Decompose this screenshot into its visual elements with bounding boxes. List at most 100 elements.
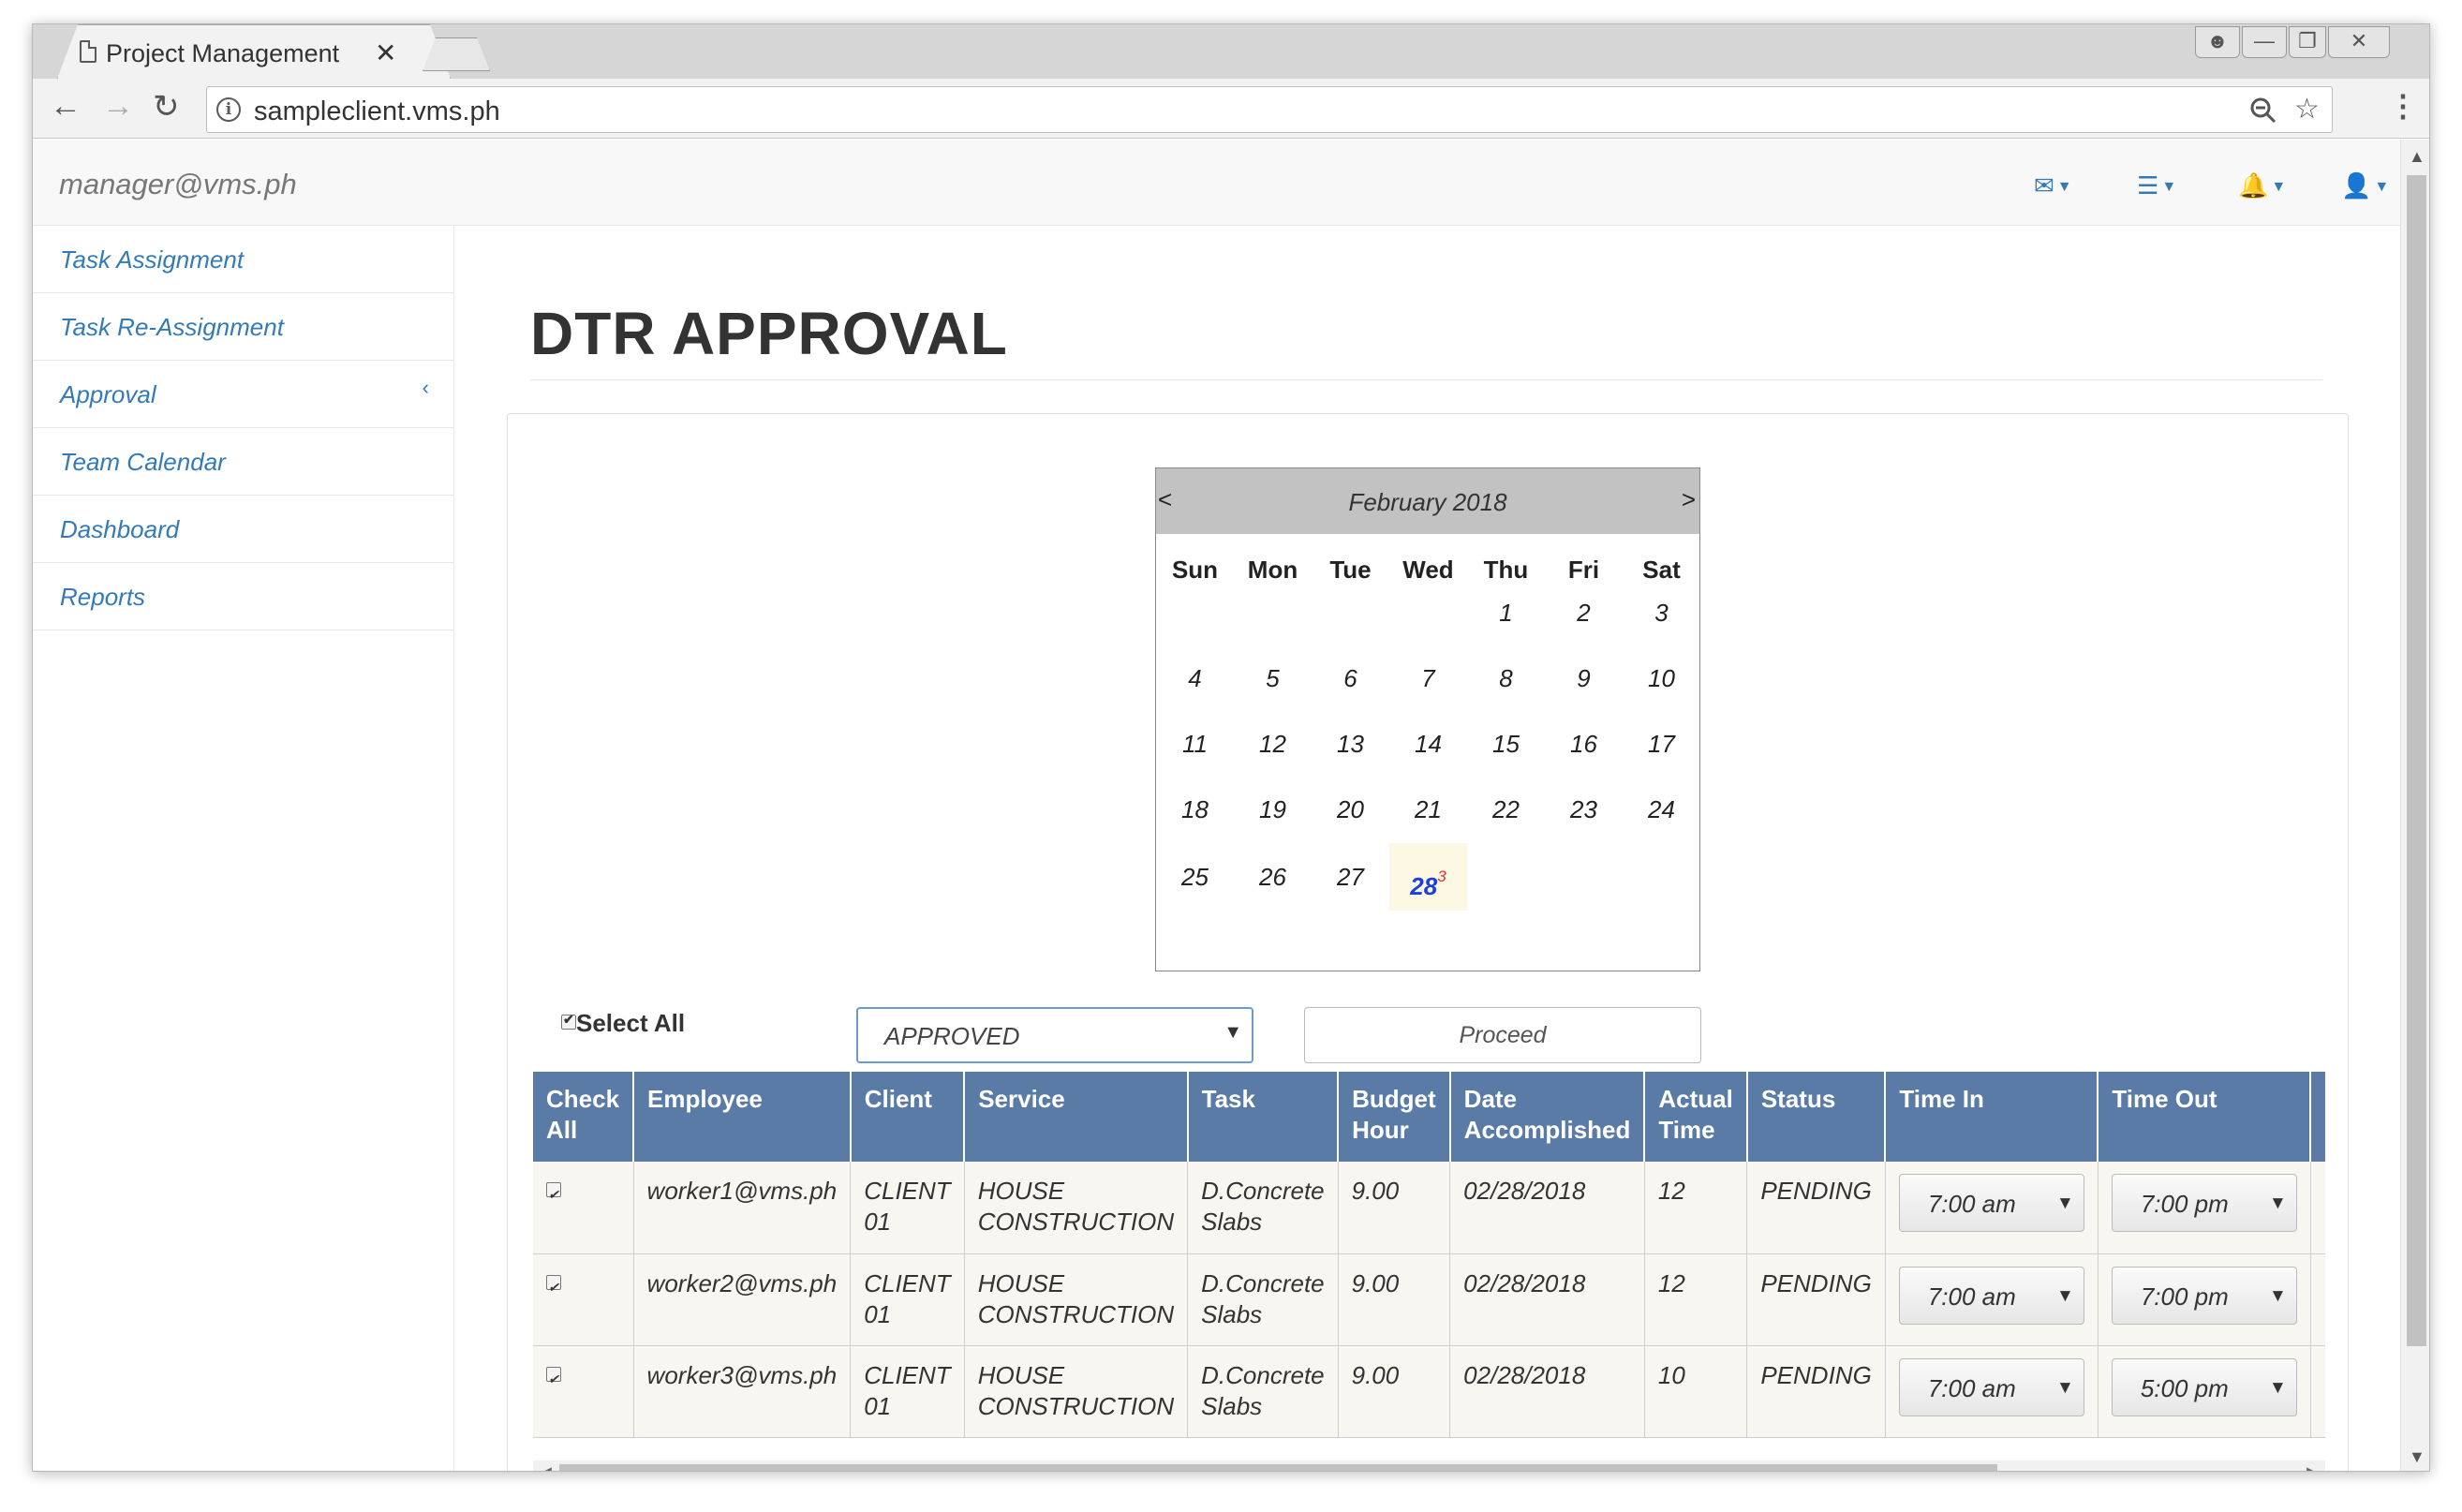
url-text[interactable]: sampleclient.vms.ph [254, 96, 500, 127]
col-more [2310, 1072, 2325, 1162]
calendar-day[interactable]: 17 [1623, 710, 1700, 778]
time-out-select[interactable]: 5:00 pm ▼ [2111, 1357, 2297, 1416]
scroll-right-icon[interactable]: ▶ [2306, 1463, 2320, 1471]
sidebar-item-dashboard[interactable]: Dashboard [33, 496, 453, 563]
minimize-button[interactable]: — [2242, 26, 2287, 58]
row-checkbox[interactable] [546, 1179, 561, 1210]
status-dropdown[interactable]: APPROVED ▼ [856, 1007, 1253, 1063]
bookmark-star-icon[interactable]: ☆ [2294, 93, 2320, 126]
sidebar-item-task-assignment[interactable]: Task Assignment [33, 226, 453, 293]
horizontal-scrollbar[interactable]: ◀ ▶ [533, 1460, 2325, 1471]
calendar-day[interactable]: 15 [1467, 710, 1545, 778]
col-task: Task [1187, 1072, 1340, 1162]
scroll-up-icon[interactable]: ▲ [2409, 147, 2425, 167]
calendar-weekday-label: Tue [1329, 556, 1372, 584]
sidebar-item-label: Reports [60, 583, 146, 611]
browser-window: Project Management ✕ ☻ — ❐ ✕ ← → ↻ i sam… [32, 23, 2430, 1472]
tasks-icon[interactable]: ☰ ▼ [2137, 171, 2176, 200]
calendar-day[interactable]: 13 [1312, 710, 1389, 778]
calendar-day[interactable]: 23 [1545, 776, 1623, 843]
cell-budget-hour: 9.00 [1338, 1162, 1451, 1254]
calendar-day[interactable]: 12 [1234, 710, 1312, 778]
table-row[interactable]: worker3@vms.phCLIENT 01HOUSE CONSTRUCTIO… [533, 1345, 2325, 1438]
calendar-day[interactable]: 27 [1312, 843, 1389, 911]
select-all-checkbox[interactable]: Select All [561, 1009, 685, 1038]
calendar-day[interactable]: 14 [1389, 710, 1467, 778]
checkbox-checked[interactable] [561, 1012, 576, 1030]
table-row[interactable]: worker1@vms.phCLIENT 01HOUSE CONSTRUCTIO… [533, 1162, 2325, 1254]
calendar-day[interactable]: 8 [1467, 645, 1545, 712]
reload-icon[interactable]: ↻ [153, 88, 180, 126]
close-window-button[interactable]: ✕ [2328, 26, 2390, 58]
sidebar-item-reports[interactable]: Reports [33, 563, 453, 630]
calendar-day[interactable]: 10 [1623, 645, 1700, 712]
tab-close-icon[interactable]: ✕ [375, 37, 396, 68]
calendar-month-label: February 2018 [1348, 488, 1507, 516]
calendar-day[interactable]: 11 [1156, 710, 1234, 778]
dtr-table: Check All Employee Client Service Task B… [533, 1072, 2325, 1446]
row-checkbox[interactable] [546, 1364, 561, 1395]
restore-button[interactable]: ❐ [2289, 26, 2326, 58]
forward-icon[interactable]: → [102, 88, 134, 125]
sidebar-item-approval[interactable]: Approval ‹ [33, 361, 453, 428]
calendar-day[interactable]: 3 [1623, 579, 1700, 646]
cell-date-accomplished: 02/28/2018 [1449, 1162, 1645, 1254]
time-in-value: 7:00 am [1927, 1373, 2016, 1402]
scroll-down-icon[interactable]: ▼ [2409, 1447, 2425, 1467]
scroll-left-icon[interactable]: ◀ [539, 1463, 552, 1471]
vertical-scrollbar[interactable]: ▲ ▼ [2400, 140, 2429, 1471]
calendar-day-badge: 3 [1437, 867, 1446, 885]
scrollbar-thumb[interactable] [559, 1464, 1997, 1471]
calendar-day-today[interactable]: 283 [1389, 843, 1467, 911]
cell-actual-time: 12 [1644, 1253, 1748, 1346]
time-out-value: 7:00 pm [2140, 1190, 2229, 1218]
col-check-all[interactable]: Check All [533, 1072, 635, 1162]
profile-icon[interactable]: ☻ [2195, 26, 2240, 58]
calendar-day[interactable]: 22 [1467, 776, 1545, 843]
time-in-value: 7:00 am [1927, 1282, 2016, 1311]
calendar-day[interactable]: 6 [1312, 645, 1389, 712]
sidebar-item-team-calendar[interactable]: Team Calendar [33, 428, 453, 496]
calendar-next-button[interactable]: > [1682, 485, 1696, 514]
back-icon[interactable]: ← [50, 88, 82, 125]
calendar-day[interactable]: 19 [1234, 776, 1312, 843]
calendar-day[interactable]: 25 [1156, 843, 1234, 911]
time-in-select[interactable]: 7:00 am ▼ [1898, 1357, 2084, 1416]
proceed-button[interactable]: Proceed [1304, 1007, 1701, 1063]
cell-budget-hour: 9.00 [1338, 1253, 1451, 1346]
calendar-day[interactable]: 26 [1234, 843, 1312, 911]
calendar-day[interactable]: 20 [1312, 776, 1389, 843]
calendar-day[interactable]: 16 [1545, 710, 1623, 778]
user-email: manager@vms.ph [59, 168, 297, 200]
alerts-bell-icon[interactable]: 🔔 ▼ [2238, 171, 2286, 200]
table-body: worker1@vms.phCLIENT 01HOUSE CONSTRUCTIO… [533, 1162, 2325, 1438]
info-icon[interactable]: i [216, 97, 241, 122]
calendar-day[interactable]: 7 [1389, 645, 1467, 712]
calendar-day[interactable]: 24 [1623, 776, 1700, 843]
calendar-day[interactable]: 4 [1156, 645, 1234, 712]
sidebar-item-task-reassignment[interactable]: Task Re-Assignment [33, 293, 453, 361]
calendar-weekday-label: Mon [1247, 556, 1298, 584]
zoom-icon[interactable] [2249, 96, 2277, 125]
time-out-select[interactable]: 7:00 pm ▼ [2111, 1174, 2297, 1232]
calendar-day[interactable]: 1 [1467, 579, 1545, 646]
time-out-select[interactable]: 7:00 pm ▼ [2111, 1266, 2297, 1325]
calendar-day[interactable]: 18 [1156, 776, 1234, 843]
table-row[interactable]: worker2@vms.phCLIENT 01HOUSE CONSTRUCTIO… [533, 1253, 2325, 1346]
time-in-select[interactable]: 7:00 am ▼ [1898, 1174, 2084, 1232]
calendar-day[interactable]: 9 [1545, 645, 1623, 712]
scrollbar-thumb[interactable] [2407, 175, 2426, 1346]
time-in-select[interactable]: 7:00 am ▼ [1898, 1266, 2084, 1325]
calendar-day[interactable]: 5 [1234, 645, 1312, 712]
calendar-day[interactable]: 21 [1389, 776, 1467, 843]
page-content: manager@vms.ph ✉ ▼ ☰ ▼ 🔔 ▼ 👤 ▼ Task Assignme… [33, 140, 2400, 1471]
col-status: Status [1746, 1072, 1887, 1162]
row-checkbox[interactable] [546, 1272, 561, 1303]
user-menu-icon[interactable]: 👤 ▼ [2341, 171, 2389, 200]
browser-menu-icon[interactable]: ⋮ [2388, 88, 2418, 124]
time-out-value: 5:00 pm [2140, 1373, 2229, 1402]
messages-icon[interactable]: ✉ ▼ [2034, 171, 2072, 200]
address-bar[interactable]: i sampleclient.vms.ph ☆ [206, 86, 2333, 133]
calendar-day[interactable]: 2 [1545, 579, 1623, 646]
sidebar: Task Assignment Task Re-Assignment Appro… [33, 226, 454, 1471]
